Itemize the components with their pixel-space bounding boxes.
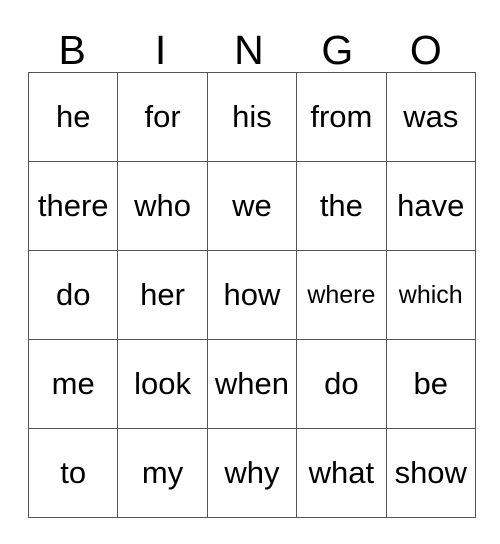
bingo-header-letter-o: O (409, 27, 442, 73)
bingo-cell[interactable]: who (117, 161, 208, 251)
bingo-cell[interactable]: was (385, 72, 476, 162)
bingo-cell[interactable]: look (117, 339, 208, 429)
bingo-cell-word: there (37, 188, 109, 223)
bingo-cell[interactable]: do (27, 250, 119, 340)
bingo-cell-word: what (308, 455, 375, 490)
bingo-cell[interactable]: we (206, 161, 298, 251)
bingo-cell-word: who (134, 188, 192, 223)
bingo-header-letter-b: B (58, 27, 86, 73)
bingo-header-letter-n: N (234, 27, 264, 73)
bingo-cell[interactable]: how (206, 250, 298, 340)
bingo-cell-word: for (144, 99, 181, 134)
bingo-cell-word: from (310, 99, 373, 134)
bingo-header-letter-i: I (154, 27, 167, 73)
bingo-cell[interactable]: he (27, 72, 119, 162)
bingo-grid: he for his from was there who we the hav… (27, 72, 476, 518)
bingo-cell-word: when (214, 366, 290, 401)
bingo-cell-word: be (413, 366, 448, 401)
bingo-cell-word: he (55, 99, 91, 134)
bingo-cell-word: was (403, 99, 459, 134)
bingo-cell[interactable]: my (117, 428, 208, 518)
bingo-cell-word: do (55, 277, 91, 312)
bingo-cell[interactable]: what (296, 428, 387, 518)
bingo-cell-word: have (397, 188, 465, 223)
bingo-cell[interactable]: do (296, 339, 387, 429)
bingo-cell-word: where (307, 281, 376, 309)
bingo-cell[interactable]: which (385, 250, 476, 340)
bingo-cell[interactable]: for (117, 72, 208, 162)
bingo-cell[interactable]: to (27, 428, 119, 518)
bingo-row: do her how where which (27, 250, 476, 340)
bingo-cell-word: look (134, 366, 192, 401)
bingo-cell-word: why (224, 455, 280, 490)
bingo-cell-word: me (51, 366, 95, 401)
bingo-cell-word: to (60, 455, 87, 490)
bingo-cell-word: we (232, 188, 272, 223)
bingo-cell[interactable]: where (296, 250, 387, 340)
bingo-cell-word: how (223, 277, 281, 312)
bingo-cell[interactable]: why (206, 428, 298, 518)
bingo-row: me look when do be (27, 339, 476, 429)
bingo-cell[interactable]: his (206, 72, 298, 162)
bingo-cell-word: his (232, 99, 272, 134)
bingo-cell-word: my (141, 455, 184, 490)
bingo-cell[interactable]: there (27, 161, 119, 251)
bingo-header-letter-g: G (321, 27, 354, 73)
bingo-card: B I N G O he for his from was there who … (27, 14, 476, 518)
bingo-cell-word: do (324, 366, 359, 401)
bingo-cell-word: show (394, 455, 467, 490)
bingo-cell[interactable]: have (385, 161, 476, 251)
bingo-cell[interactable]: her (117, 250, 208, 340)
bingo-cell[interactable]: be (385, 339, 476, 429)
bingo-cell[interactable]: the (296, 161, 387, 251)
bingo-cell-word: her (140, 277, 185, 312)
bingo-cell-word: which (398, 281, 463, 309)
bingo-cell[interactable]: show (385, 428, 476, 518)
bingo-row: to my why what show (27, 428, 476, 518)
bingo-cell[interactable]: me (27, 339, 119, 429)
bingo-cell[interactable]: when (206, 339, 298, 429)
bingo-cell[interactable]: from (296, 72, 387, 162)
bingo-row: there who we the have (27, 161, 476, 251)
bingo-row: he for his from was (27, 72, 476, 162)
bingo-cell-word: the (319, 188, 363, 223)
bingo-header-row: B I N G O (28, 14, 470, 72)
